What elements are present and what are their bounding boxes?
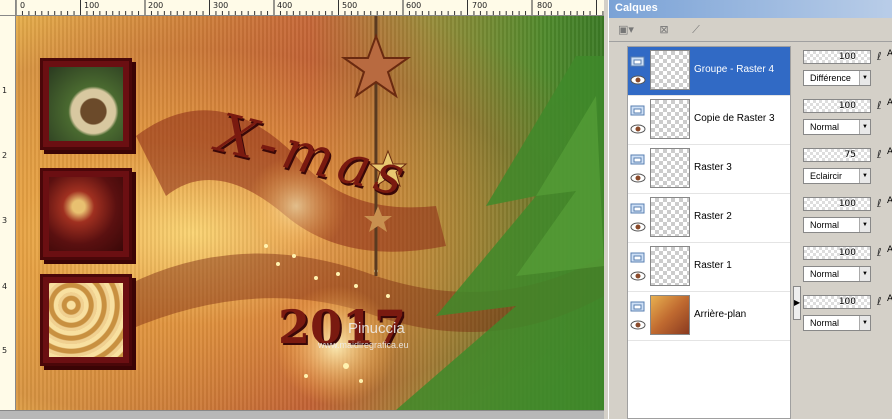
ruler-label: 5 <box>2 346 8 355</box>
layer-name: Raster 2 <box>694 211 732 222</box>
layer-name: Raster 3 <box>694 162 732 173</box>
visibility-eye-icon[interactable] <box>630 71 646 85</box>
visibility-eye-icon[interactable] <box>630 267 646 281</box>
layer-row[interactable]: Raster 2 <box>628 194 790 243</box>
blend-mode-select[interactable]: Eclaircir ▼ <box>803 168 871 184</box>
properties-extra-label: A <box>887 196 892 206</box>
opacity-slider[interactable]: 100 <box>803 197 871 211</box>
chevron-down-icon[interactable]: ▼ <box>859 267 870 281</box>
chevron-down-icon[interactable]: ▼ <box>859 169 870 183</box>
photo-frame-gold-balls <box>40 274 132 366</box>
layer-row[interactable]: Copie de Raster 3 <box>628 96 790 145</box>
group-layer-icon[interactable] <box>630 53 646 67</box>
chevron-down-icon[interactable]: ▼ <box>859 120 870 134</box>
layer-row[interactable]: Raster 1 <box>628 243 790 292</box>
layer-props-row: 100 Normal ▼ ℓ A <box>803 291 892 340</box>
layers-panel: Calques ▣▾ ⊠ ⟋ Groupe - Raster 4 Copie de… <box>608 0 892 419</box>
chevron-down-icon[interactable]: ▼ <box>859 71 870 85</box>
new-layer-icon[interactable]: ▣▾ <box>615 21 637 39</box>
layer-name: Raster 1 <box>694 260 732 271</box>
layer-row[interactable]: Groupe - Raster 4 <box>628 47 790 96</box>
blend-mode-label: Normal <box>810 318 840 328</box>
ruler-corner <box>0 0 16 16</box>
raster-layer-icon[interactable] <box>630 200 646 214</box>
lock-icon[interactable]: ℓ <box>877 197 882 210</box>
lock-icon[interactable]: ℓ <box>877 246 882 259</box>
layer-props-row: 100 Normal ▼ ℓ A <box>803 95 892 144</box>
lock-icon[interactable]: ℓ <box>877 295 882 308</box>
properties-extra-label: A <box>887 98 892 108</box>
blend-mode-label: Normal <box>810 122 840 132</box>
visibility-eye-icon[interactable] <box>630 169 646 183</box>
properties-extra-label: A <box>887 245 892 255</box>
app-window: 0 100 200 300 400 500 600 700 800 1 2 3 … <box>0 0 892 419</box>
opacity-slider[interactable]: 75 <box>803 148 871 162</box>
blend-mode-label: Normal <box>810 220 840 230</box>
lock-icon[interactable]: ℓ <box>877 148 882 161</box>
panel-title: Calques <box>609 0 892 18</box>
layer-name: Groupe - Raster 4 <box>694 64 775 75</box>
ruler-label: 4 <box>2 282 8 291</box>
lock-icon[interactable]: ℓ <box>877 50 882 63</box>
opacity-slider[interactable]: 100 <box>803 99 871 113</box>
layer-props-row: 100 Différence ▼ ℓ A <box>803 46 892 95</box>
blend-mode-label: Normal <box>810 269 840 279</box>
opacity-slider[interactable]: 100 <box>803 50 871 64</box>
edit-selection-icon[interactable]: ⟋ <box>685 21 707 39</box>
raster-layer-icon[interactable] <box>630 102 646 116</box>
ruler-label: 3 <box>2 216 8 225</box>
layer-name: Copie de Raster 3 <box>694 113 775 124</box>
opacity-slider[interactable]: 100 <box>803 295 871 309</box>
visibility-eye-icon[interactable] <box>630 120 646 134</box>
ruler-left: 1 2 3 4 5 <box>0 16 16 416</box>
expand-panel-icon[interactable]: ▶ <box>793 286 801 320</box>
layer-props-row: 75 Eclaircir ▼ ℓ A <box>803 144 892 193</box>
layer-list: Groupe - Raster 4 Copie de Raster 3 Raster… <box>627 46 791 419</box>
photo-frame-ornaments <box>40 168 132 260</box>
panel-toolbar: ▣▾ ⊠ ⟋ <box>609 18 892 42</box>
layer-thumbnail <box>650 50 690 90</box>
canvas-area: 0 100 200 300 400 500 600 700 800 1 2 3 … <box>0 0 604 419</box>
chevron-down-icon[interactable]: ▼ <box>859 316 870 330</box>
opacity-slider[interactable]: 100 <box>803 246 871 260</box>
properties-extra-label: A <box>887 49 892 59</box>
watermark-name: Pinuccia <box>348 320 405 337</box>
visibility-eye-icon[interactable] <box>630 316 646 330</box>
image-canvas[interactable]: X-mas 2017 Pinuccia www.maidiregrafica.e… <box>16 16 604 410</box>
raster-layer-icon[interactable] <box>630 151 646 165</box>
properties-extra-label: A <box>887 147 892 157</box>
blend-mode-select[interactable]: Normal ▼ <box>803 217 871 233</box>
ruler-label: 1 <box>2 86 8 95</box>
blend-mode-select[interactable]: Normal ▼ <box>803 119 871 135</box>
visibility-eye-icon[interactable] <box>630 218 646 232</box>
blend-mode-select[interactable]: Différence ▼ <box>803 70 871 86</box>
raster-layer-icon[interactable] <box>630 249 646 263</box>
lock-icon[interactable]: ℓ <box>877 99 882 112</box>
ruler-top: 0 100 200 300 400 500 600 700 800 <box>16 0 604 16</box>
layer-props-row: 100 Normal ▼ ℓ A <box>803 193 892 242</box>
layer-row[interactable]: Arrière-plan <box>628 292 790 341</box>
layer-properties: 100 Différence ▼ ℓ A 100 Normal ▼ ℓ A 75 Eclaircir ▼… <box>803 46 892 419</box>
layer-row[interactable]: Raster 3 <box>628 145 790 194</box>
layer-thumbnail <box>650 99 690 139</box>
photo-frame-pinecone <box>40 58 132 150</box>
delete-layer-icon[interactable]: ⊠ <box>653 21 675 39</box>
chevron-down-icon[interactable]: ▼ <box>859 218 870 232</box>
ruler-label: 2 <box>2 151 8 160</box>
layer-thumbnail <box>650 148 690 188</box>
background-layer-icon[interactable] <box>630 298 646 312</box>
properties-extra-label: A <box>887 294 892 304</box>
blend-mode-select[interactable]: Normal ▼ <box>803 315 871 331</box>
blend-mode-select[interactable]: Normal ▼ <box>803 266 871 282</box>
layer-thumbnail <box>650 197 690 237</box>
watermark-url: www.maidiregrafica.eu <box>318 340 409 350</box>
blend-mode-label: Eclaircir <box>810 171 843 181</box>
layer-name: Arrière-plan <box>694 309 747 320</box>
ruler-ticks <box>16 0 604 15</box>
layer-props-row: 100 Normal ▼ ℓ A <box>803 242 892 291</box>
layer-thumbnail <box>650 246 690 286</box>
horizontal-scrollbar[interactable] <box>0 410 604 419</box>
blend-mode-label: Différence <box>810 73 851 83</box>
layer-thumbnail <box>650 295 690 335</box>
